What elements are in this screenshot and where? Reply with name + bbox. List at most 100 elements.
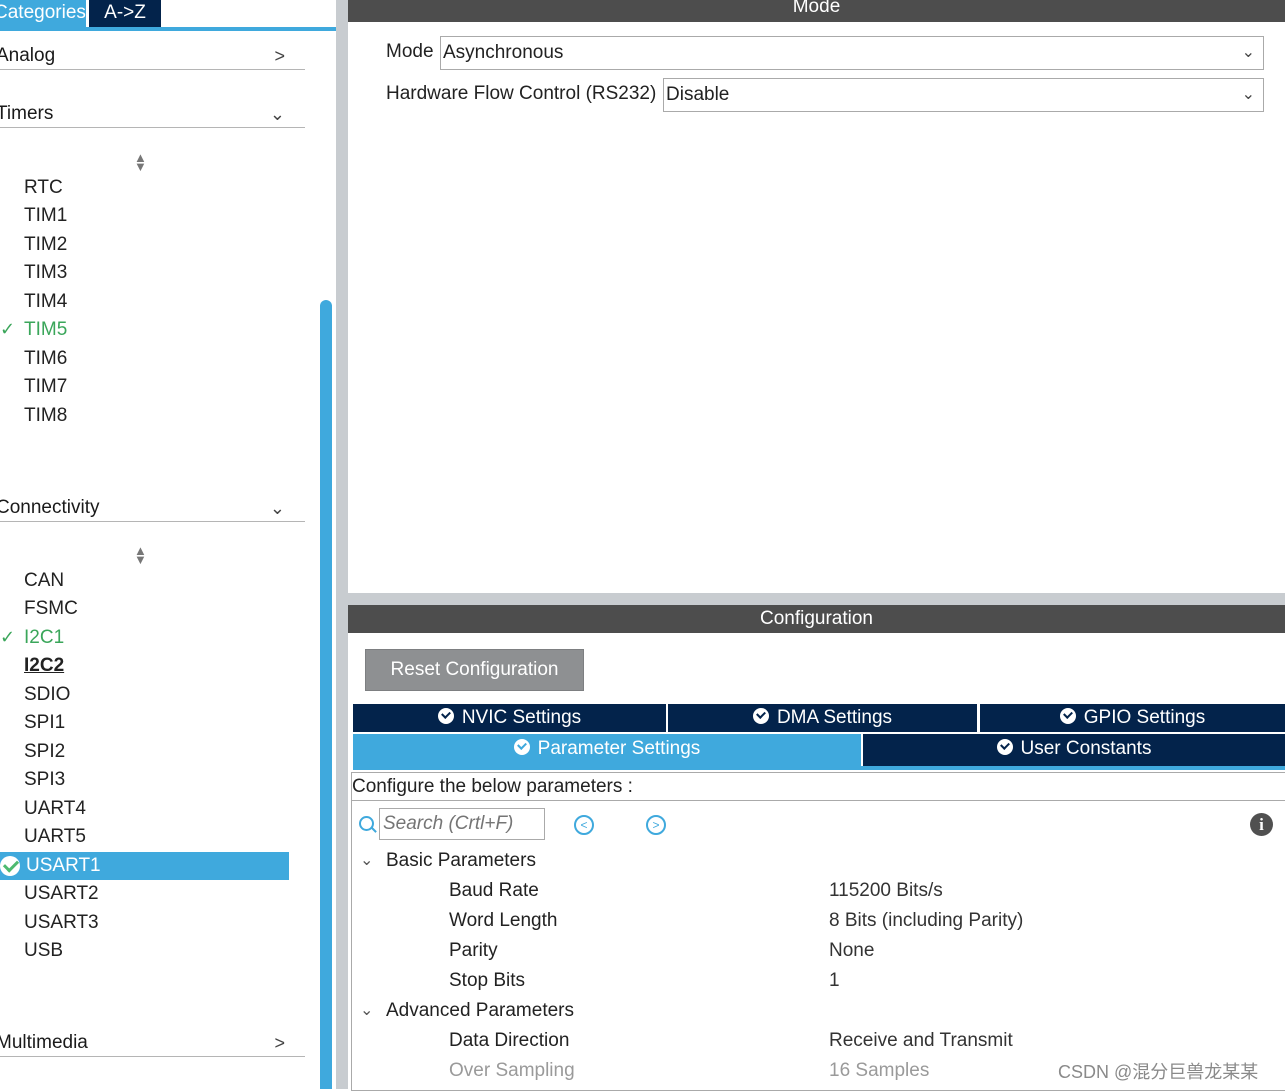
item-label: TIM8 [24, 405, 68, 426]
reset-configuration-button[interactable]: Reset Configuration [365, 649, 584, 691]
group-label: Basic Parameters [386, 850, 536, 871]
param-value[interactable]: Receive and Transmit [829, 1030, 1013, 1052]
category-list: Analog > Timers ⌄ ▲ ▼ RTC TIM1 TIM2 TIM3 … [0, 31, 318, 1089]
item-label: TIM3 [24, 262, 68, 283]
item-label: TIM4 [24, 291, 68, 312]
list-item-tim3[interactable]: TIM3 [0, 259, 289, 287]
category-label: Analog [0, 45, 56, 66]
check-circle-icon [752, 708, 769, 724]
category-panel: Categories A->Z Analog > Timers ⌄ ▲ ▼ RTC… [0, 0, 336, 1089]
param-stop-bits[interactable]: Stop Bits 1 [348, 968, 1285, 996]
flow-control-select[interactable]: Disable ⌄ [663, 78, 1264, 112]
list-item-tim8[interactable]: TIM8 [0, 402, 289, 430]
category-label: Multimedia [0, 1032, 88, 1053]
param-name: Data Direction [449, 1030, 570, 1051]
mode-select[interactable]: Asynchronous ⌄ [440, 36, 1264, 70]
list-item-spi3[interactable]: SPI3 [0, 766, 289, 794]
category-timers[interactable]: Timers ⌄ [0, 99, 305, 128]
tab-parameter-settings[interactable]: Parameter Settings [353, 734, 861, 766]
item-label: TIM6 [24, 348, 68, 369]
search-icon[interactable] [359, 816, 374, 831]
item-label: TIM5 [24, 319, 68, 340]
previous-match-icon[interactable]: < [574, 815, 594, 835]
search-input[interactable] [379, 808, 545, 840]
item-label: SPI2 [24, 741, 66, 762]
parameter-caption: Configure the below parameters : [352, 776, 633, 797]
item-label: USART2 [24, 883, 99, 904]
param-value[interactable]: 115200 Bits/s [829, 880, 943, 902]
list-item-fsmc[interactable]: FSMC [0, 595, 289, 623]
next-match-icon[interactable]: > [646, 815, 666, 835]
param-name: Parity [449, 940, 498, 961]
list-item-i2c1[interactable]: ✓ I2C1 [0, 624, 289, 652]
divider [351, 800, 1285, 801]
info-icon[interactable]: i [1250, 813, 1273, 836]
list-item-uart5[interactable]: UART5 [0, 823, 289, 851]
list-item-tim2[interactable]: TIM2 [0, 231, 289, 259]
list-item-spi2[interactable]: SPI2 [0, 738, 289, 766]
list-item-sdio[interactable]: SDIO [0, 681, 289, 709]
scrollbar-thumb[interactable] [320, 300, 332, 1089]
list-item-rtc[interactable]: RTC [0, 174, 289, 202]
chevron-right-icon: > [274, 46, 285, 66]
list-item-usb[interactable]: USB [0, 937, 289, 965]
panel-splitter[interactable] [348, 593, 1285, 605]
param-name: Word Length [449, 910, 558, 931]
list-item-spi1[interactable]: SPI1 [0, 709, 289, 737]
check-circle-icon [0, 856, 20, 876]
item-label: FSMC [24, 598, 78, 619]
peripheral-panel: Mode Mode Asynchronous ⌄ Hardware Flow C… [348, 0, 1285, 1091]
category-connectivity[interactable]: Connectivity ⌄ [0, 493, 305, 522]
list-item-i2c2[interactable]: I2C2 [0, 652, 289, 680]
list-item-usart2[interactable]: USART2 [0, 880, 289, 908]
list-item-tim5[interactable]: ✓ TIM5 [0, 316, 289, 344]
item-label: I2C1 [24, 627, 65, 648]
category-label: Timers [0, 103, 54, 124]
param-value[interactable]: 1 [829, 970, 840, 992]
check-circle-icon [513, 739, 530, 755]
mode-select-value: Asynchronous [443, 42, 564, 63]
item-label: USB [24, 940, 64, 961]
param-name: Stop Bits [449, 970, 526, 991]
list-item-usart1[interactable]: USART1 [0, 852, 289, 880]
flow-control-label: Hardware Flow Control (RS232) [386, 83, 657, 104]
flow-control-row: Hardware Flow Control (RS232) Disable ⌄ [386, 78, 1266, 112]
item-label: TIM1 [24, 205, 68, 226]
category-analog[interactable]: Analog > [0, 41, 305, 70]
param-data-direction[interactable]: Data Direction Receive and Transmit [348, 1028, 1285, 1056]
chevron-right-icon: > [274, 1033, 285, 1053]
check-icon: ✓ [0, 627, 16, 647]
param-parity[interactable]: Parity None [348, 938, 1285, 966]
list-item-can[interactable]: CAN [0, 567, 289, 595]
tab-user-constants[interactable]: User Constants [863, 734, 1285, 766]
item-label: CAN [24, 570, 65, 591]
sort-icon[interactable]: ▲ ▼ [134, 544, 147, 566]
tab-categories[interactable]: Categories [0, 0, 86, 27]
check-circle-icon [996, 739, 1013, 755]
mode-title: Mode [348, 0, 1285, 22]
item-label: USART3 [24, 912, 99, 933]
param-value[interactable]: 8 Bits (including Parity) [829, 910, 1023, 932]
tab-label: NVIC Settings [461, 707, 582, 728]
list-item-uart4[interactable]: UART4 [0, 795, 289, 823]
list-item-tim7[interactable]: TIM7 [0, 373, 289, 401]
param-value[interactable]: None [829, 940, 874, 962]
param-word-length[interactable]: Word Length 8 Bits (including Parity) [348, 908, 1285, 936]
tab-label: Parameter Settings [537, 738, 701, 759]
tab-gpio-settings[interactable]: GPIO Settings [980, 704, 1285, 732]
tab-dma-settings[interactable]: DMA Settings [668, 704, 977, 732]
panel-divider[interactable] [336, 0, 348, 1089]
list-item-tim6[interactable]: TIM6 [0, 345, 289, 373]
tab-label: GPIO Settings [1083, 707, 1206, 728]
tab-a-to-z[interactable]: A->Z [89, 0, 161, 27]
category-multimedia[interactable]: Multimedia > [0, 1028, 305, 1057]
item-label: UART4 [24, 798, 86, 819]
list-item-usart3[interactable]: USART3 [0, 909, 289, 937]
list-item-tim1[interactable]: TIM1 [0, 202, 289, 230]
category-label: Connectivity [0, 497, 100, 518]
list-item-tim4[interactable]: TIM4 [0, 288, 289, 316]
check-circle-icon [437, 708, 454, 724]
sort-icon[interactable]: ▲ ▼ [134, 151, 147, 173]
tab-nvic-settings[interactable]: NVIC Settings [353, 704, 666, 732]
param-baud-rate[interactable]: Baud Rate 115200 Bits/s [348, 878, 1285, 906]
